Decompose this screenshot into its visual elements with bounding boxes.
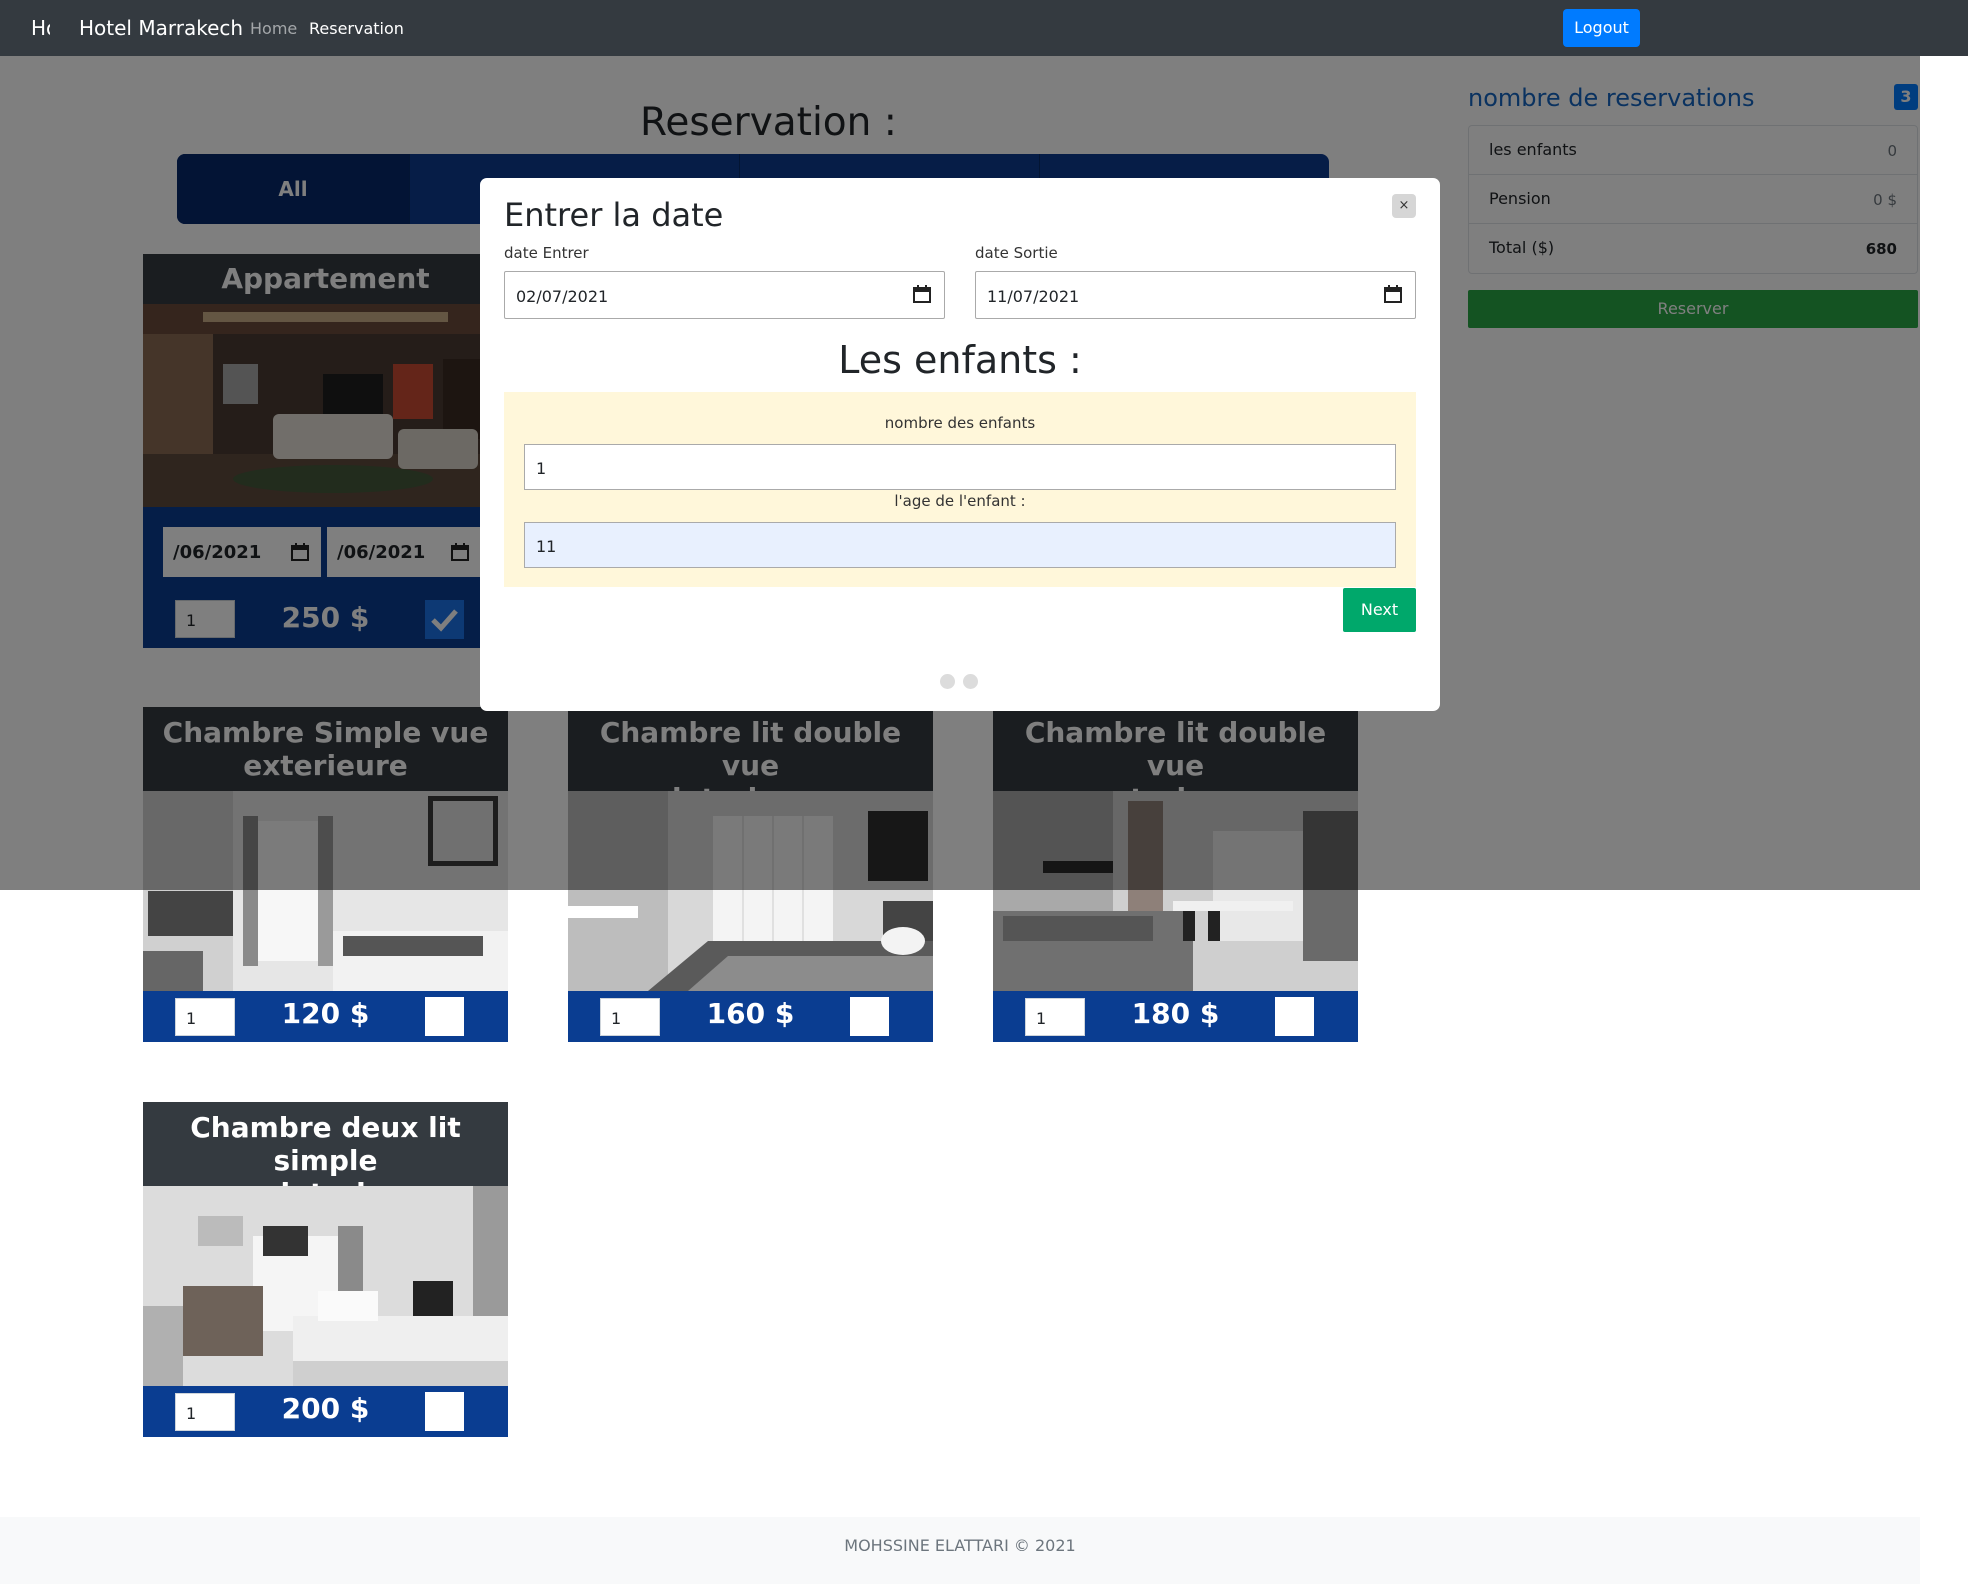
pager-dot[interactable]	[963, 674, 978, 689]
date-in-input[interactable]: 02/07/2021	[504, 271, 945, 319]
room-title: Chambre deux lit simple vue interieure	[143, 1102, 508, 1210]
date-out-label: date Sortie	[975, 244, 1058, 262]
children-count-label: nombre des enfants	[884, 414, 1036, 432]
top-navbar: Hotel Hotel Marrakech Home Reservation L…	[0, 0, 1968, 56]
room-footer: 1 180 $	[993, 991, 1358, 1042]
pager-dot[interactable]	[940, 674, 955, 689]
footer-text: MOHSSINE ELATTARI © 2021	[844, 1536, 1076, 1555]
select-checkbox[interactable]	[425, 1392, 464, 1431]
children-form: nombre des enfants 1 l'age de l'enfant :…	[504, 392, 1416, 587]
select-checkbox[interactable]	[850, 997, 889, 1036]
date-in-value: 02/07/2021	[516, 287, 609, 306]
nav-link-home[interactable]: Home	[250, 19, 297, 38]
date-entry-modal: Entrer la date × date Entrer 02/07/2021 …	[480, 178, 1440, 711]
select-checkbox[interactable]	[1275, 997, 1314, 1036]
children-count-input[interactable]: 1	[524, 444, 1396, 490]
children-section-title: Les enfants :	[838, 338, 1082, 382]
modal-title: Entrer la date	[504, 196, 724, 234]
child-age-input[interactable]: 11	[524, 522, 1396, 568]
page-footer: MOHSSINE ELATTARI © 2021	[0, 1517, 1920, 1584]
date-out-value: 11/07/2021	[987, 287, 1080, 306]
room-footer: 1 160 $	[568, 991, 933, 1042]
room-image	[143, 1186, 508, 1386]
logout-button[interactable]: Logout	[1563, 9, 1640, 47]
select-checkbox[interactable]	[425, 997, 464, 1036]
navbar-brand-icon[interactable]: Hotel	[31, 16, 50, 40]
calendar-icon[interactable]	[1384, 285, 1402, 303]
date-in-label: date Entrer	[504, 244, 589, 262]
step-pager	[940, 674, 978, 689]
room-footer: 1 200 $	[143, 1386, 508, 1437]
room-title-line: Chambre deux lit simple	[190, 1111, 461, 1177]
calendar-icon[interactable]	[913, 285, 931, 303]
nav-link-reservation[interactable]: Reservation	[309, 19, 404, 38]
modal-close-button[interactable]: ×	[1392, 194, 1416, 218]
room-card: Chambre deux lit simple vue interieure 1…	[143, 1102, 508, 1437]
navbar-brand[interactable]: Hotel Marrakech	[79, 16, 243, 40]
child-age-label: l'age de l'enfant :	[894, 492, 1026, 510]
room-footer: 1 120 $	[143, 991, 508, 1042]
date-out-input[interactable]: 11/07/2021	[975, 271, 1416, 319]
next-button[interactable]: Next	[1343, 588, 1416, 632]
